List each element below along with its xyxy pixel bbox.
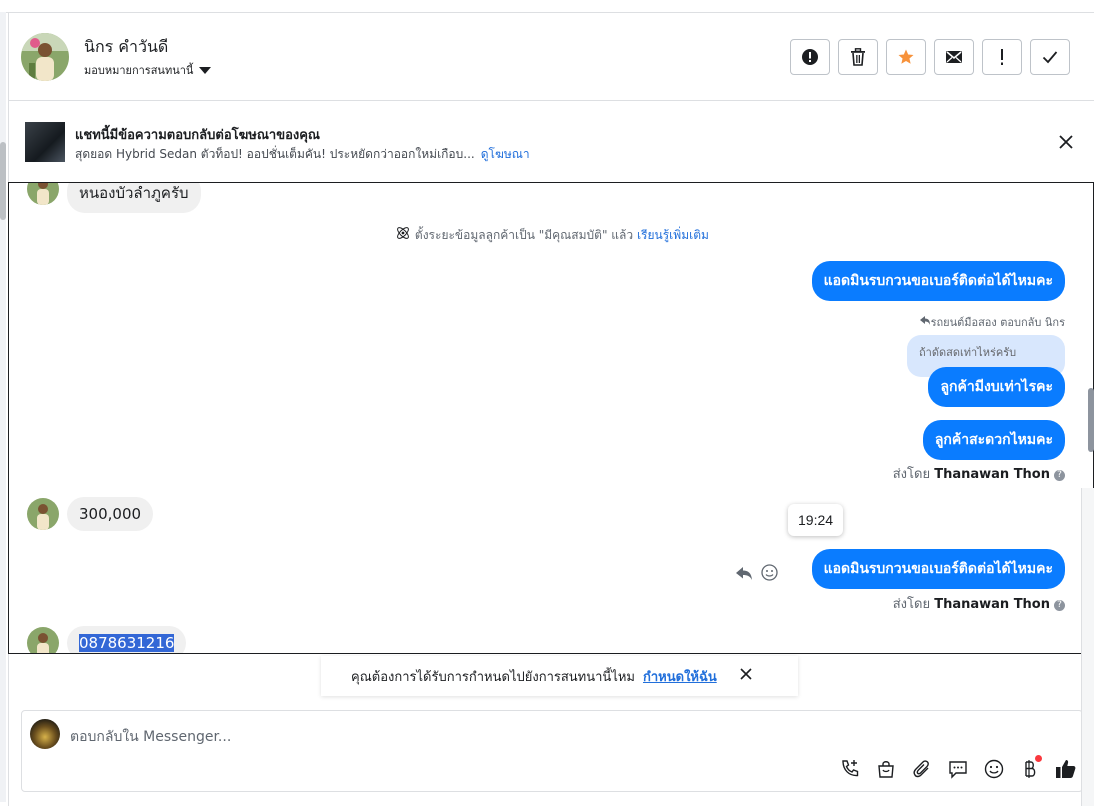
thumbs-up-icon	[1056, 760, 1076, 778]
saved-replies-button[interactable]	[946, 757, 970, 781]
checkmark-icon	[1042, 51, 1058, 64]
outgoing-message[interactable]: แอดมินรบกวนขอเบอร์ติดต่อได้ไหมคะ	[811, 261, 1065, 301]
header-actions	[790, 39, 1070, 75]
outgoing-message[interactable]: แอดมินรบกวนขอเบอร์ติดต่อได้ไหมคะ	[811, 549, 1065, 589]
paperclip-icon	[913, 760, 929, 778]
report-spam-button[interactable]	[790, 39, 830, 75]
timestamp-tooltip: 19:24	[788, 504, 844, 536]
right-side-panel	[1081, 488, 1094, 806]
selected-phone-number[interactable]: 0878631216	[79, 634, 175, 652]
emoji-icon	[984, 759, 1004, 779]
contact-avatar-small	[27, 498, 59, 530]
like-button[interactable]	[1054, 757, 1078, 781]
envelope-icon	[946, 51, 962, 63]
page-avatar	[30, 719, 60, 749]
thread-scrollbar-thumb[interactable]	[1088, 388, 1094, 452]
incoming-message[interactable]: หนองบัวลำภูครับ	[67, 183, 201, 213]
star-button[interactable]	[886, 39, 926, 75]
emoji-button[interactable]	[982, 757, 1006, 781]
composer-toolbar	[838, 755, 1078, 781]
atom-icon	[397, 227, 409, 239]
incoming-message[interactable]: 0878631216	[67, 626, 187, 653]
assign-suggestion-text: คุณต้องการได้รับการกำหนดไปยังการสนทนานี้…	[351, 669, 635, 685]
chevron-down-icon	[199, 66, 212, 74]
incoming-message[interactable]: 300,000	[67, 497, 154, 531]
react-emoji-icon[interactable]	[761, 564, 778, 581]
contact-name: นิกร คำวันดี	[84, 37, 169, 56]
shopping-bag-icon	[878, 761, 894, 778]
trash-icon	[851, 48, 865, 66]
reply-composer[interactable]: ตอบกลับใน Messenger...	[21, 710, 1083, 792]
outgoing-message[interactable]: ลูกค้ามีงบเท่าไรคะ	[928, 367, 1065, 407]
reply-context-text: รถยนต์มือสอง ตอบกลับ นิกร	[930, 316, 1065, 329]
reply-input[interactable]: ตอบกลับใน Messenger...	[70, 726, 231, 748]
help-icon[interactable]: ?	[1054, 470, 1065, 481]
message-actions	[735, 564, 778, 581]
close-banner-button[interactable]	[1056, 132, 1076, 152]
ad-reply-banner: แชทนี้มีข้อความตอบกลับต่อโฆษณาของคุณ สุด…	[9, 102, 1094, 182]
sent-by-label: ส่งโดย Thanawan Thon?	[893, 463, 1065, 484]
follow-up-button[interactable]	[982, 39, 1022, 75]
sent-by-name: Thanawan Thon	[934, 467, 1050, 482]
call-add-icon	[842, 760, 859, 777]
payment-button[interactable]	[1018, 755, 1042, 781]
notification-dot	[1035, 755, 1042, 762]
mark-unread-button[interactable]	[934, 39, 974, 75]
alert-circle-icon	[802, 49, 818, 65]
exclamation-icon	[1001, 49, 1003, 65]
ad-banner-description: สุดยอด Hybrid Sedan ตัวท็อป! ออปชั่นเต็ม…	[75, 147, 475, 161]
help-icon[interactable]: ?	[1054, 600, 1065, 611]
system-note-text: ตั้งระยะข้อมูลลูกค้าเป็น "มีคุณสมบัติ" แ…	[414, 228, 634, 242]
reply-arrow-icon	[919, 316, 930, 325]
left-scrollbar-thumb[interactable]	[0, 142, 6, 220]
learn-more-link[interactable]: เรียนรู้เพิ่มเติม	[637, 228, 709, 242]
mark-done-button[interactable]	[1030, 39, 1070, 75]
ad-thumbnail[interactable]	[25, 122, 65, 162]
message-thread[interactable]: หนองบัวลำภูครับ ตั้งระยะข้อมูลลูกค้าเป็น…	[8, 182, 1094, 654]
assign-suggestion-toast: คุณต้องการได้รับการกำหนดไปยังการสนทนานี้…	[321, 656, 798, 696]
conversation-header: นิกร คำวันดี มอบหมายการสนทนานี้	[9, 13, 1094, 101]
assign-conversation-dropdown[interactable]: มอบหมายการสนทนานี้	[84, 61, 212, 79]
assign-to-me-link[interactable]: กำหนดให้ฉัน	[643, 666, 717, 687]
call-add-button[interactable]	[838, 757, 862, 781]
sent-by-name: Thanawan Thon	[934, 597, 1050, 612]
baht-icon	[1025, 760, 1036, 778]
outgoing-message[interactable]: ลูกค้าสะดวกไหมคะ	[922, 420, 1065, 460]
close-icon	[1059, 135, 1073, 149]
attach-button[interactable]	[910, 757, 934, 781]
ad-banner-subtitle: สุดยอด Hybrid Sedan ตัวท็อป! ออปชั่นเต็ม…	[75, 145, 530, 164]
ad-banner-title: แชทนี้มีข้อความตอบกลับต่อโฆษณาของคุณ	[75, 128, 320, 143]
dismiss-suggestion-button[interactable]	[739, 667, 753, 685]
contact-avatar-small	[27, 627, 59, 653]
reply-context: รถยนต์มือสอง ตอบกลับ นิกร	[919, 313, 1065, 331]
assign-label: มอบหมายการสนทนานี้	[84, 64, 194, 77]
delete-button[interactable]	[838, 39, 878, 75]
sent-by-label: ส่งโดย Thanawan Thon?	[893, 593, 1065, 614]
shop-button[interactable]	[874, 757, 898, 781]
chat-bubble-icon	[949, 761, 967, 779]
sent-by-prefix: ส่งโดย	[892, 597, 931, 612]
reply-icon[interactable]	[735, 565, 753, 581]
contact-avatar[interactable]	[21, 33, 69, 81]
left-scrollbar[interactable]	[0, 12, 6, 802]
star-icon	[898, 49, 914, 64]
close-icon	[740, 668, 752, 680]
contact-avatar-small	[27, 183, 59, 205]
system-note: ตั้งระยะข้อมูลลูกค้าเป็น "มีคุณสมบัติ" แ…	[9, 225, 1093, 245]
view-ad-link[interactable]: ดูโฆษณา	[481, 147, 530, 161]
sent-by-prefix: ส่งโดย	[892, 467, 931, 482]
messenger-inbox-window: นิกร คำวันดี มอบหมายการสนทนานี้ แชทนี้มี…	[0, 0, 1094, 806]
